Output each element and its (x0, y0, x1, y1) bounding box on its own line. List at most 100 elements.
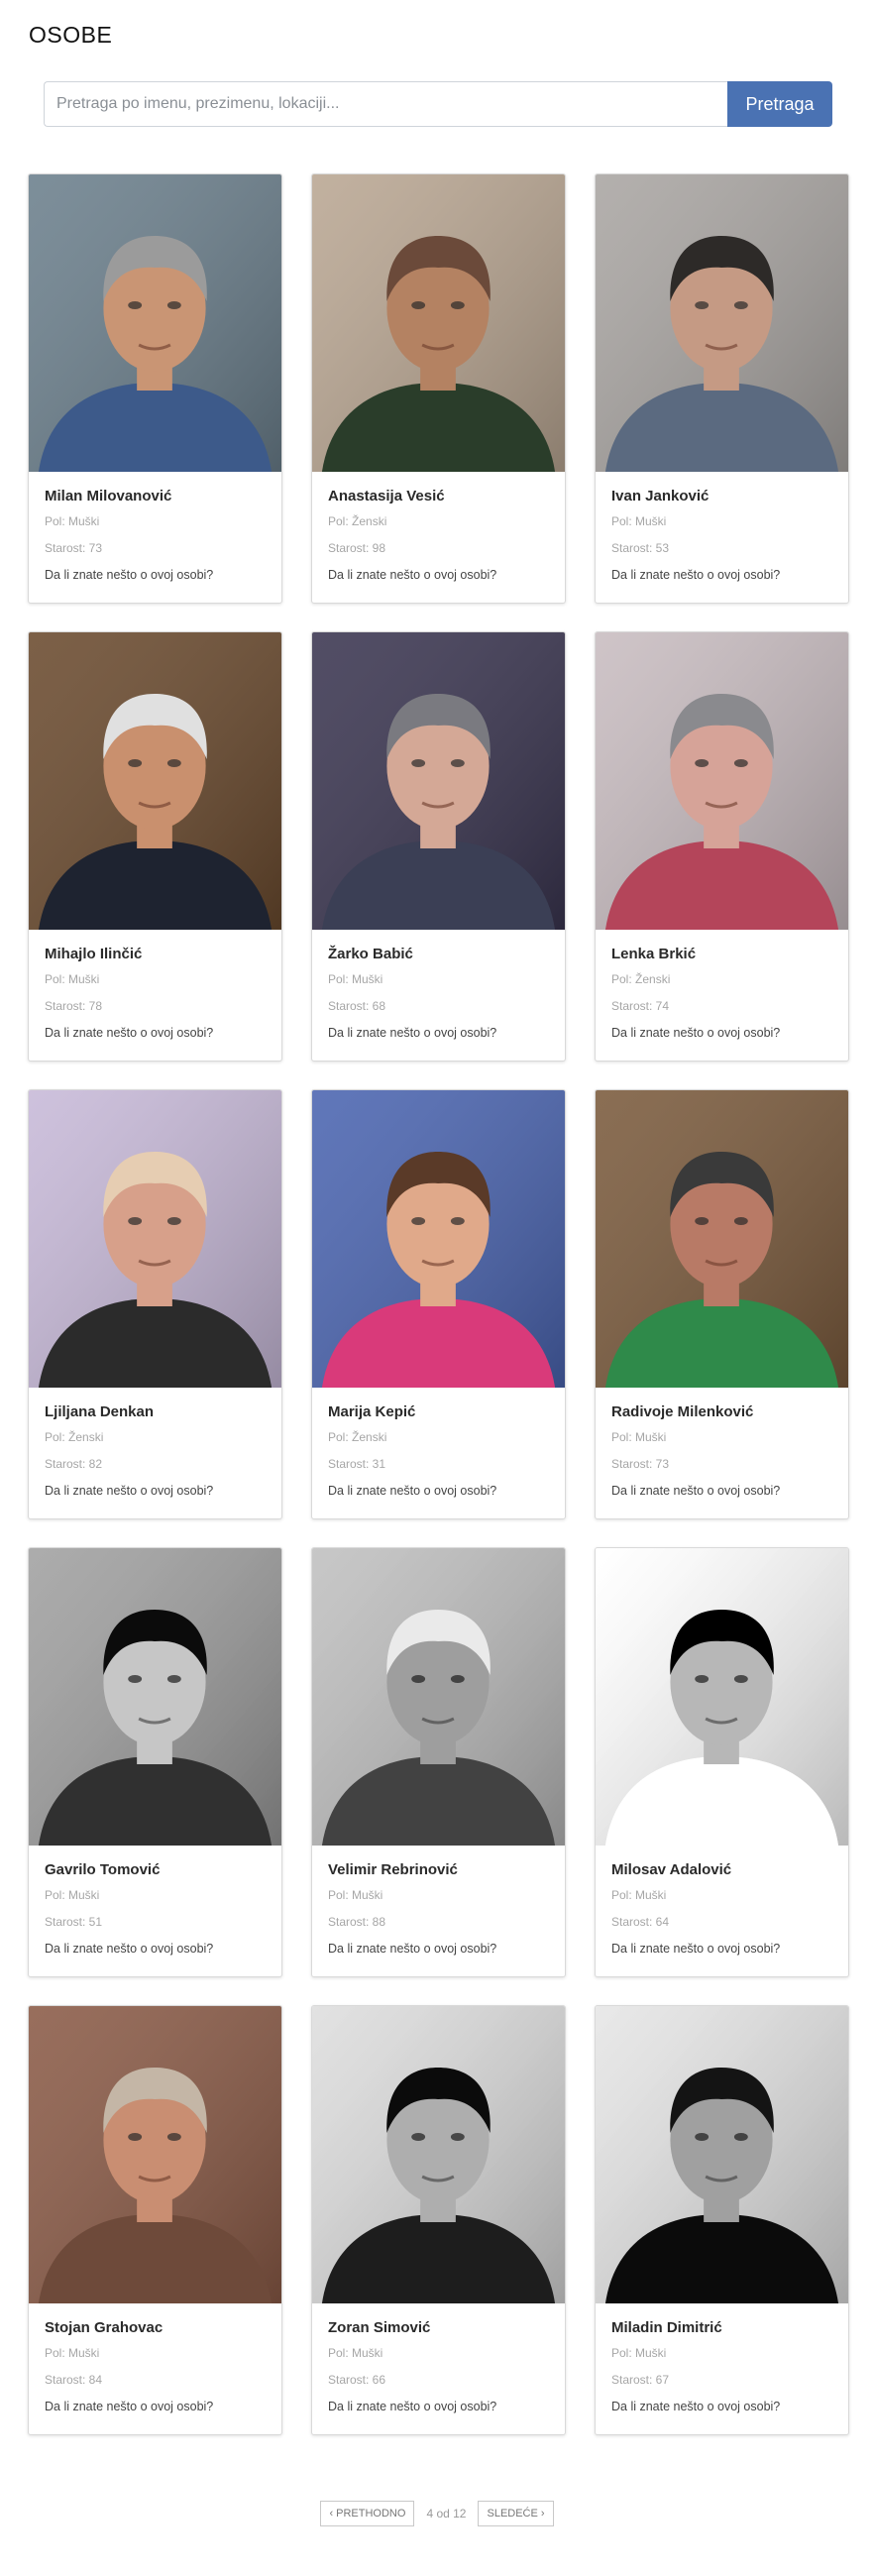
person-gender: Pol: Muški (611, 514, 667, 528)
person-card-body: Miladin Dimitrić Pol: Muški Starost: 67 Da … (596, 2303, 848, 2413)
person-info-question[interactable]: Da li znate nešto o ovoj osobi? (328, 1026, 549, 1040)
person-gender: Pol: Muški (45, 972, 100, 986)
person-gender: Pol: Muški (611, 2346, 667, 2360)
person-card[interactable]: Žarko Babić Pol: Muški Starost: 68 Da li zn… (311, 631, 566, 1062)
person-card-body: Lenka Brkić Pol: Ženski Starost: 74 Da li z… (596, 930, 848, 1040)
person-card-body: Milan Milovanović Pol: Muški Starost: 73 Da… (29, 472, 281, 582)
person-photo[interactable] (312, 1090, 565, 1388)
search-button[interactable]: Pretraga (727, 81, 832, 127)
person-age: Starost: 64 (611, 1915, 670, 1929)
person-info-question[interactable]: Da li znate nešto o ovoj osobi? (45, 568, 266, 582)
person-card[interactable]: Milosav Adalović Pol: Muški Starost: 64 Da … (595, 1547, 849, 1977)
person-photo[interactable] (29, 174, 281, 472)
person-photo[interactable] (312, 632, 565, 930)
page-indicator: 4 od 12 (426, 2507, 467, 2520)
person-photo[interactable] (312, 2006, 565, 2303)
person-gender: Pol: Muški (45, 1888, 100, 1902)
person-info-question[interactable]: Da li znate nešto o ovoj osobi? (611, 1942, 832, 1956)
person-age: Starost: 51 (45, 1915, 103, 1929)
person-photo[interactable] (29, 2006, 281, 2303)
person-name[interactable]: Anastasija Vesić (328, 488, 549, 504)
next-page-button[interactable]: SLEDEĆE › (478, 2501, 554, 2526)
person-age: Starost: 78 (45, 999, 103, 1013)
person-info-question[interactable]: Da li znate nešto o ovoj osobi? (328, 1484, 549, 1498)
person-info-question[interactable]: Da li znate nešto o ovoj osobi? (45, 1026, 266, 1040)
page-title: OSOBE (29, 22, 113, 48)
person-photo[interactable] (596, 632, 848, 930)
person-card[interactable]: Gavrilo Tomović Pol: Muški Starost: 51 Da l… (28, 1547, 282, 1977)
person-info-question[interactable]: Da li znate nešto o ovoj osobi? (611, 2400, 832, 2413)
person-grid: Milan Milovanović Pol: Muški Starost: 73 Da… (28, 173, 850, 2435)
person-gender: Pol: Muški (45, 514, 100, 528)
prev-page-label: PRETHODNO (336, 2508, 406, 2520)
person-name[interactable]: Zoran Simović (328, 2319, 549, 2336)
person-name[interactable]: Stojan Grahovac (45, 2319, 266, 2336)
person-card-body: Milosav Adalović Pol: Muški Starost: 64 Da … (596, 1846, 848, 1956)
person-gender: Pol: Muški (328, 972, 383, 986)
person-age: Starost: 66 (328, 2373, 386, 2387)
person-gender: Pol: Muški (611, 1430, 667, 1444)
person-card-body: Žarko Babić Pol: Muški Starost: 68 Da li zn… (312, 930, 565, 1040)
person-name[interactable]: Milosav Adalović (611, 1861, 832, 1878)
person-name[interactable]: Mihajlo Ilinčić (45, 946, 266, 962)
person-photo[interactable] (312, 1548, 565, 1846)
next-page-label: SLEDEĆE (487, 2508, 538, 2520)
person-card-body: Zoran Simović Pol: Muški Starost: 66 Da li … (312, 2303, 565, 2413)
person-card[interactable]: Miladin Dimitrić Pol: Muški Starost: 67 Da … (595, 2005, 849, 2435)
person-gender: Pol: Ženski (611, 972, 671, 986)
person-info-question[interactable]: Da li znate nešto o ovoj osobi? (328, 568, 549, 582)
person-info-question[interactable]: Da li znate nešto o ovoj osobi? (611, 1026, 832, 1040)
person-card[interactable]: Zoran Simović Pol: Muški Starost: 66 Da li … (311, 2005, 566, 2435)
person-age: Starost: 53 (611, 541, 670, 555)
person-photo[interactable] (596, 1090, 848, 1388)
person-photo[interactable] (596, 174, 848, 472)
search-bar: Pretraga (44, 81, 832, 127)
person-card[interactable]: Anastasija Vesić Pol: Ženski Starost: 98 Da… (311, 173, 566, 604)
person-card-body: Gavrilo Tomović Pol: Muški Starost: 51 Da l… (29, 1846, 281, 1956)
person-info-question[interactable]: Da li znate nešto o ovoj osobi? (328, 1942, 549, 1956)
person-info-question[interactable]: Da li znate nešto o ovoj osobi? (45, 1942, 266, 1956)
person-name[interactable]: Velimir Rebrinović (328, 1861, 549, 1878)
person-name[interactable]: Marija Kepić (328, 1403, 549, 1420)
person-name[interactable]: Lenka Brkić (611, 946, 832, 962)
person-age: Starost: 82 (45, 1457, 103, 1471)
person-name[interactable]: Ivan Janković (611, 488, 832, 504)
person-photo[interactable] (312, 174, 565, 472)
person-info-question[interactable]: Da li znate nešto o ovoj osobi? (611, 1484, 832, 1498)
person-card[interactable]: Mihajlo Ilinčić Pol: Muški Starost: 78 Da l… (28, 631, 282, 1062)
person-card[interactable]: Stojan Grahovac Pol: Muški Starost: 84 Da l… (28, 2005, 282, 2435)
search-input[interactable] (44, 81, 727, 127)
person-name[interactable]: Radivoje Milenković (611, 1403, 832, 1420)
person-name[interactable]: Žarko Babić (328, 946, 549, 962)
person-card-body: Velimir Rebrinović Pol: Muški Starost: 88 D… (312, 1846, 565, 1956)
person-card[interactable]: Ivan Janković Pol: Muški Starost: 53 Da li … (595, 173, 849, 604)
person-gender: Pol: Ženski (328, 1430, 387, 1444)
person-info-question[interactable]: Da li znate nešto o ovoj osobi? (611, 568, 832, 582)
person-photo[interactable] (596, 2006, 848, 2303)
person-card[interactable]: Lenka Brkić Pol: Ženski Starost: 74 Da li z… (595, 631, 849, 1062)
person-name[interactable]: Milan Milovanović (45, 488, 266, 504)
person-photo[interactable] (596, 1548, 848, 1846)
person-name[interactable]: Ljiljana Denkan (45, 1403, 266, 1420)
person-card-body: Anastasija Vesić Pol: Ženski Starost: 98 Da… (312, 472, 565, 582)
person-card[interactable]: Marija Kepić Pol: Ženski Starost: 31 Da li … (311, 1089, 566, 1519)
person-name[interactable]: Miladin Dimitrić (611, 2319, 832, 2336)
person-photo[interactable] (29, 632, 281, 930)
prev-page-button[interactable]: ‹ PRETHODNO (320, 2501, 415, 2526)
person-age: Starost: 84 (45, 2373, 103, 2387)
person-card[interactable]: Velimir Rebrinović Pol: Muški Starost: 88 D… (311, 1547, 566, 1977)
person-photo[interactable] (29, 1548, 281, 1846)
person-info-question[interactable]: Da li znate nešto o ovoj osobi? (45, 2400, 266, 2413)
person-card[interactable]: Radivoje Milenković Pol: Muški Starost: 73… (595, 1089, 849, 1519)
person-card-body: Mihajlo Ilinčić Pol: Muški Starost: 78 Da l… (29, 930, 281, 1040)
person-card[interactable]: Ljiljana Denkan Pol: Ženski Starost: 82 Da … (28, 1089, 282, 1519)
person-card[interactable]: Milan Milovanović Pol: Muški Starost: 73 Da… (28, 173, 282, 604)
person-info-question[interactable]: Da li znate nešto o ovoj osobi? (328, 2400, 549, 2413)
person-gender: Pol: Ženski (45, 1430, 104, 1444)
person-info-question[interactable]: Da li znate nešto o ovoj osobi? (45, 1484, 266, 1498)
person-card-body: Marija Kepić Pol: Ženski Starost: 31 Da li … (312, 1388, 565, 1498)
person-card-body: Ivan Janković Pol: Muški Starost: 53 Da li … (596, 472, 848, 582)
person-photo[interactable] (29, 1090, 281, 1388)
person-age: Starost: 73 (45, 541, 103, 555)
person-name[interactable]: Gavrilo Tomović (45, 1861, 266, 1878)
